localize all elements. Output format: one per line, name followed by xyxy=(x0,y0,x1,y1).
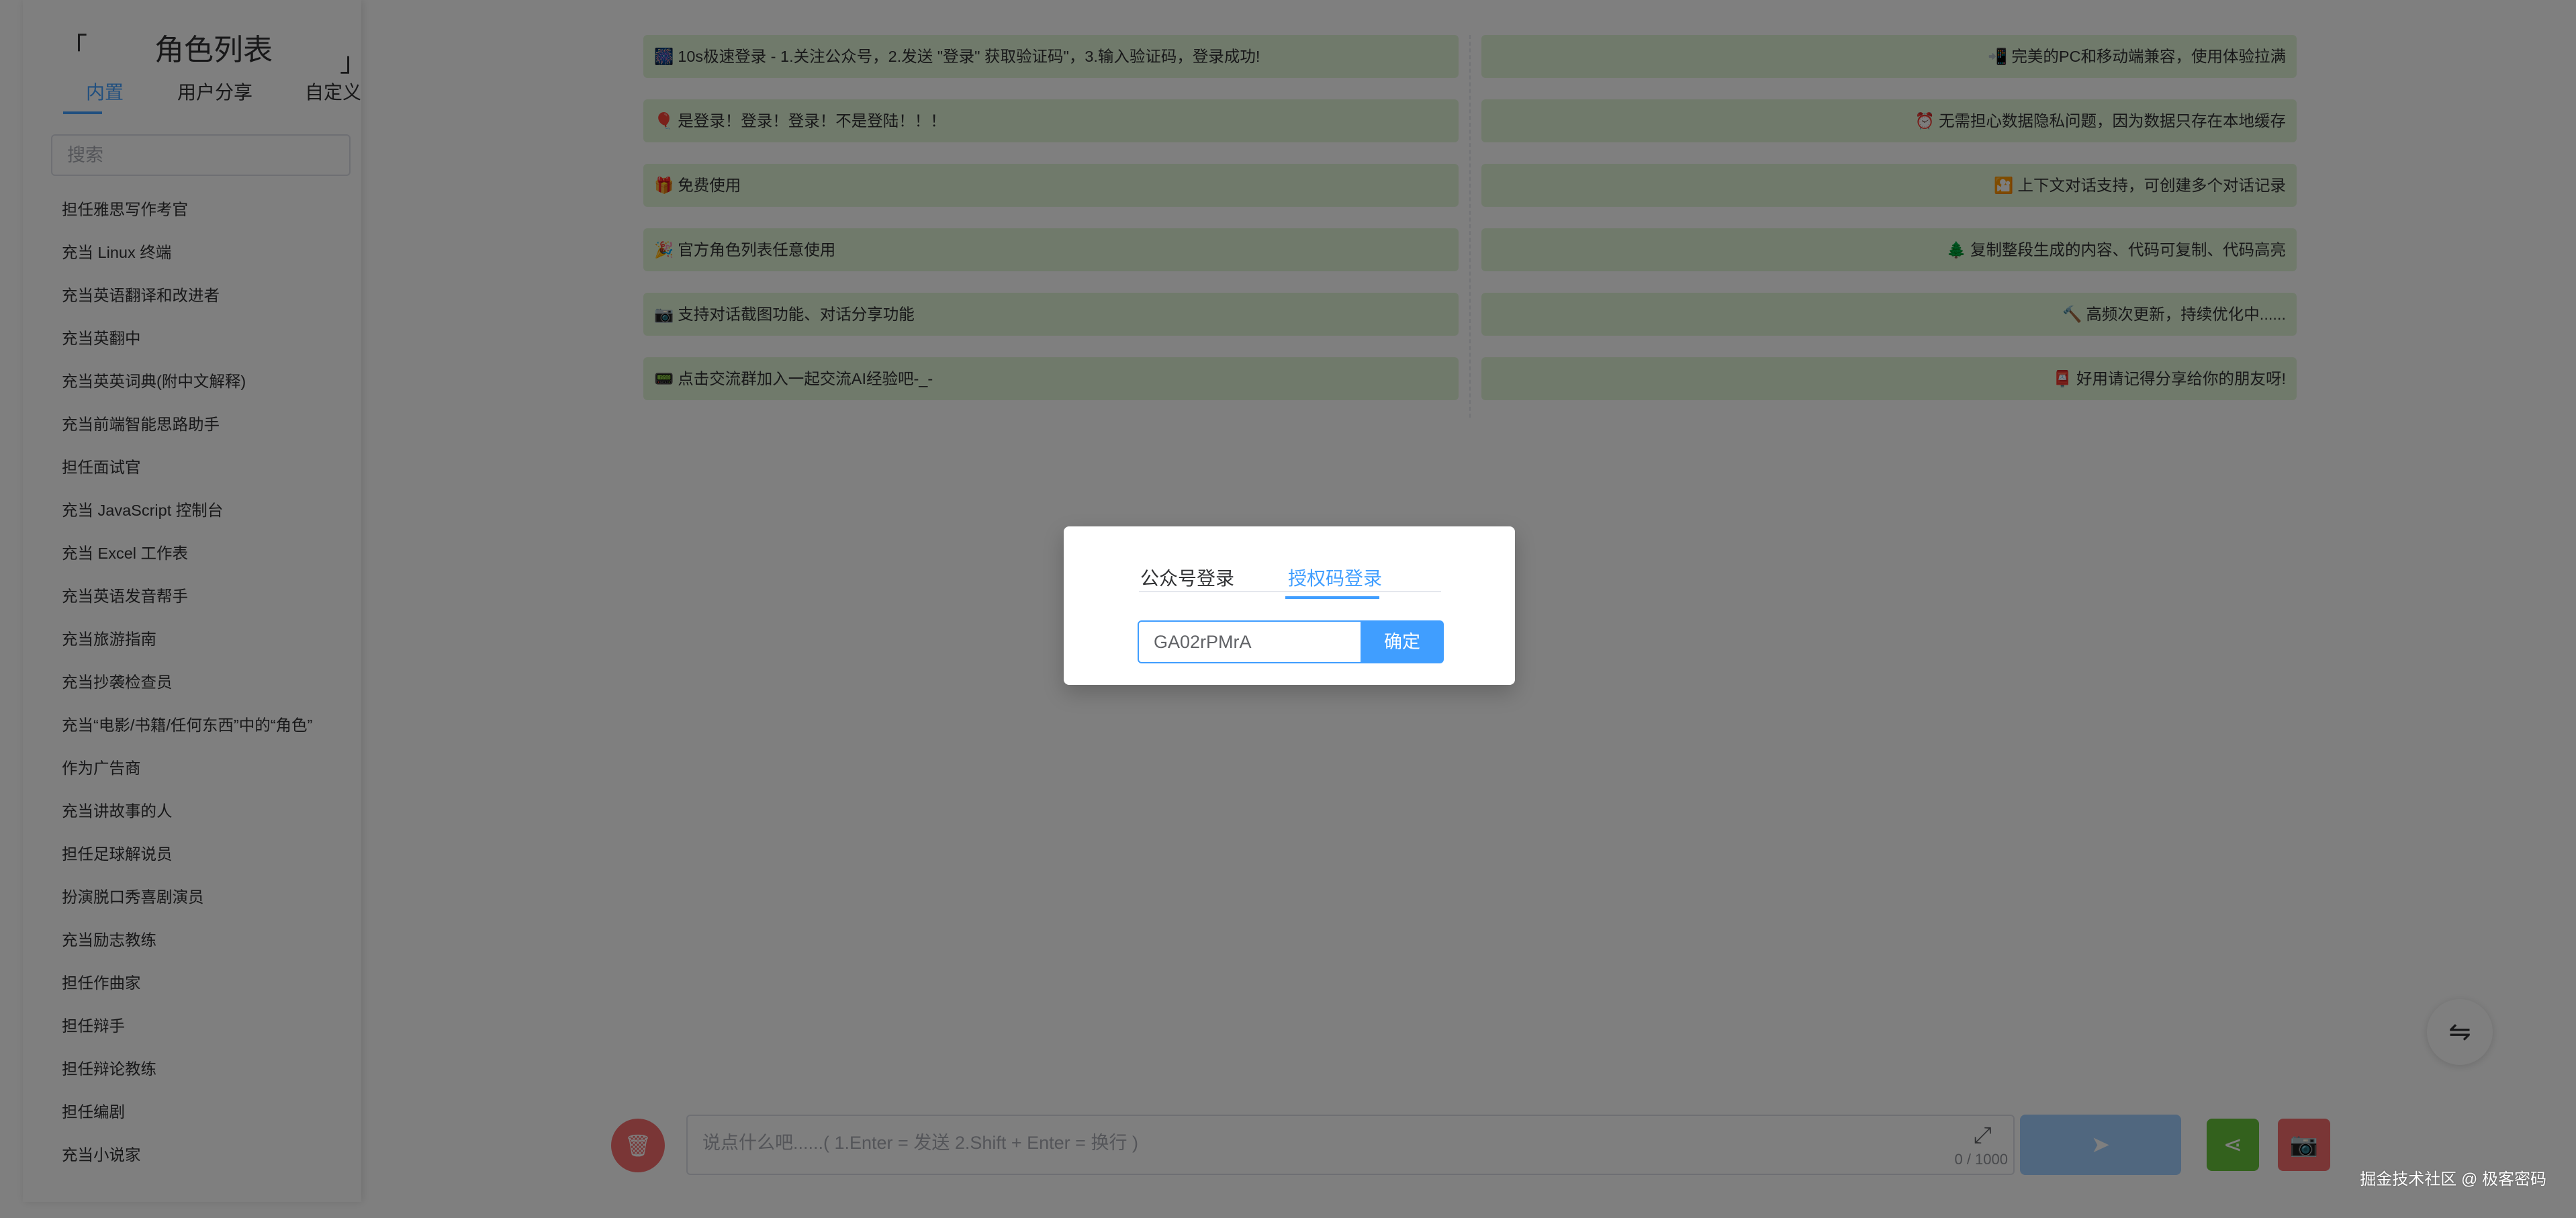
tab-auth-code-login[interactable]: 授权码登录 xyxy=(1288,564,1382,591)
tab-wechat-login[interactable]: 公众号登录 xyxy=(1140,564,1234,591)
auth-code-input[interactable] xyxy=(1138,620,1363,663)
login-active-tab-indicator xyxy=(1285,596,1379,599)
watermark: 掘金技术社区 @ 极客密码 xyxy=(2360,1170,2546,1188)
login-dialog: 公众号登录 授权码登录 确定 xyxy=(1064,526,1515,685)
confirm-button[interactable]: 确定 xyxy=(1361,620,1444,663)
login-tabs: 公众号登录 授权码登录 xyxy=(1139,547,1441,592)
